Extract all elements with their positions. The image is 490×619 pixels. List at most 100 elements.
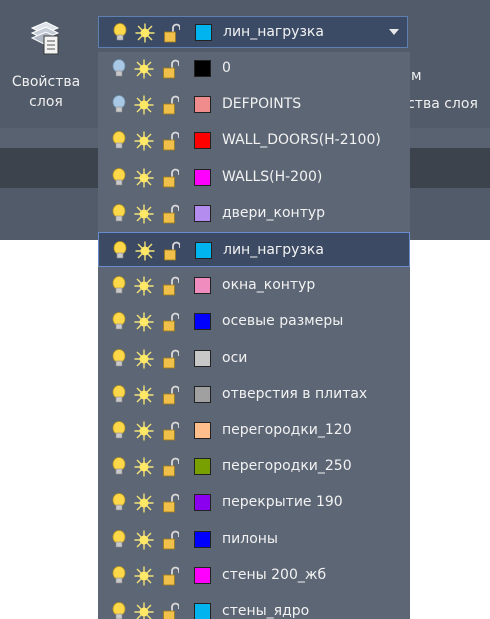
lightbulb-icon[interactable]: [112, 493, 126, 513]
lightbulb-icon[interactable]: [112, 384, 126, 405]
chevron-down-icon[interactable]: [389, 29, 399, 35]
layer-properties-icon: [30, 21, 60, 55]
lightbulb-icon[interactable]: [112, 602, 126, 619]
unlocked-padlock-icon[interactable]: [163, 59, 179, 79]
unlocked-padlock-icon[interactable]: [163, 95, 179, 115]
freeze-sun-icon[interactable]: [134, 95, 154, 115]
freeze-sun-icon[interactable]: [134, 385, 154, 405]
unlocked-padlock-icon[interactable]: [163, 349, 179, 369]
freeze-sun-icon[interactable]: [134, 168, 154, 188]
layer-color-swatch[interactable]: [194, 349, 211, 367]
layer-color-swatch[interactable]: [194, 132, 211, 150]
unlocked-padlock-icon[interactable]: [163, 131, 179, 151]
layer-color-swatch[interactable]: [195, 242, 212, 259]
freeze-sun-icon[interactable]: [134, 530, 154, 550]
freeze-sun-icon[interactable]: [135, 241, 155, 261]
layer-color-swatch[interactable]: [194, 204, 211, 222]
lightbulb-icon[interactable]: [112, 421, 126, 441]
layer-dropdown-list[interactable]: 0 DEFPOINTS WALL_DOORS(H-2100) WALLS(H-200)…: [98, 52, 410, 619]
freeze-sun-icon[interactable]: [134, 276, 154, 296]
lightbulb-icon[interactable]: [112, 312, 126, 332]
layer-color-swatch[interactable]: [194, 422, 211, 439]
freeze-sun-icon: [135, 23, 155, 43]
layer-name: перегородки_250: [222, 458, 352, 475]
layer-list-item[interactable]: перегородки_120: [98, 413, 410, 448]
current-layer-name: лин_нагрузка: [223, 24, 324, 40]
freeze-sun-icon[interactable]: [134, 457, 154, 477]
unlocked-padlock-icon[interactable]: [163, 530, 179, 550]
layer-name: пилоны: [222, 530, 278, 547]
layer-name: 0: [222, 60, 231, 76]
unlocked-padlock-icon[interactable]: [163, 602, 179, 619]
lightbulb-icon[interactable]: [112, 203, 126, 224]
unlocked-padlock-icon[interactable]: [163, 168, 179, 188]
layer-list-item[interactable]: оси: [98, 341, 410, 376]
layer-list-item[interactable]: WALLS(H-200): [98, 160, 410, 195]
layer-color-swatch[interactable]: [194, 168, 211, 186]
layer-name: окна_контур: [222, 277, 316, 294]
unlocked-padlock-icon[interactable]: [163, 385, 179, 405]
lightbulb-icon[interactable]: [112, 131, 126, 151]
lightbulb-icon[interactable]: [112, 95, 126, 115]
layer-list-item[interactable]: двери_контур: [98, 196, 410, 231]
unlocked-padlock-icon[interactable]: [163, 276, 179, 296]
lightbulb-icon[interactable]: [112, 457, 126, 477]
layer-name: WALL_DOORS(H-2100): [222, 132, 381, 149]
layer-color-swatch[interactable]: [194, 530, 211, 548]
layer-list-item[interactable]: стены_ядро: [98, 594, 410, 619]
layer-color-swatch[interactable]: [194, 96, 211, 114]
layer-color-swatch[interactable]: [194, 277, 211, 295]
layer-list-item[interactable]: осевые размеры: [98, 304, 410, 339]
layer-list-item[interactable]: перекрытие 190: [98, 485, 410, 520]
current-layer-color-swatch: [195, 24, 212, 41]
layer-color-swatch[interactable]: [194, 494, 211, 512]
lightbulb-icon[interactable]: [112, 348, 126, 369]
freeze-sun-icon[interactable]: [134, 493, 154, 513]
layer-list-item[interactable]: DEFPOINTS: [98, 87, 410, 122]
freeze-sun-icon[interactable]: [134, 131, 154, 151]
freeze-sun-icon[interactable]: [134, 349, 154, 369]
unlocked-padlock-icon[interactable]: [163, 204, 179, 224]
unlocked-padlock-icon[interactable]: [163, 312, 179, 332]
layer-properties-button[interactable]: Свойства слоя: [8, 20, 84, 120]
lightbulb-icon: [113, 23, 127, 41]
freeze-sun-icon[interactable]: [134, 204, 154, 224]
combo-current-layer: лин_нагрузка: [99, 15, 407, 50]
layer-name: осевые размеры: [222, 313, 344, 330]
freeze-sun-icon[interactable]: [134, 566, 154, 586]
layer-name: оси: [222, 349, 248, 366]
layer-list-item[interactable]: WALL_DOORS(H-2100): [98, 123, 410, 158]
layer-color-swatch[interactable]: [194, 458, 211, 476]
lightbulb-icon[interactable]: [112, 565, 126, 586]
freeze-sun-icon[interactable]: [134, 59, 154, 79]
lightbulb-icon[interactable]: [112, 167, 126, 188]
layer-list-item[interactable]: 0: [98, 52, 410, 86]
layer-list-item[interactable]: лин_нагрузка: [98, 232, 410, 267]
freeze-sun-icon[interactable]: [134, 421, 154, 441]
layer-list-item[interactable]: окна_контур: [98, 268, 410, 303]
freeze-sun-icon[interactable]: [134, 602, 154, 619]
layer-list-item[interactable]: пилоны: [98, 522, 410, 557]
layer-combo-box[interactable]: лин_нагрузка: [98, 16, 408, 48]
lightbulb-icon[interactable]: [113, 241, 127, 261]
layer-color-swatch[interactable]: [194, 603, 211, 619]
layer-list-item[interactable]: отверстия в плитах: [98, 377, 410, 412]
unlocked-padlock-icon[interactable]: [163, 493, 179, 513]
lightbulb-icon[interactable]: [112, 59, 126, 79]
lightbulb-icon[interactable]: [112, 276, 126, 296]
layer-color-swatch[interactable]: [194, 566, 211, 584]
unlocked-padlock-icon[interactable]: [163, 566, 179, 586]
layer-name: двери_контур: [222, 204, 326, 221]
layer-color-swatch[interactable]: [194, 385, 211, 403]
layer-color-swatch[interactable]: [194, 60, 211, 77]
unlocked-padlock-icon[interactable]: [163, 421, 179, 441]
layer-list-item[interactable]: стены 200_жб: [98, 558, 410, 593]
layer-color-swatch[interactable]: [194, 313, 211, 331]
lightbulb-icon[interactable]: [112, 529, 126, 550]
unlocked-padlock-icon: [164, 23, 180, 43]
freeze-sun-icon[interactable]: [134, 312, 154, 332]
layer-name: перегородки_120: [222, 422, 352, 438]
unlocked-padlock-icon[interactable]: [164, 241, 180, 261]
unlocked-padlock-icon[interactable]: [163, 457, 179, 477]
layer-list-item[interactable]: перегородки_250: [98, 449, 410, 484]
